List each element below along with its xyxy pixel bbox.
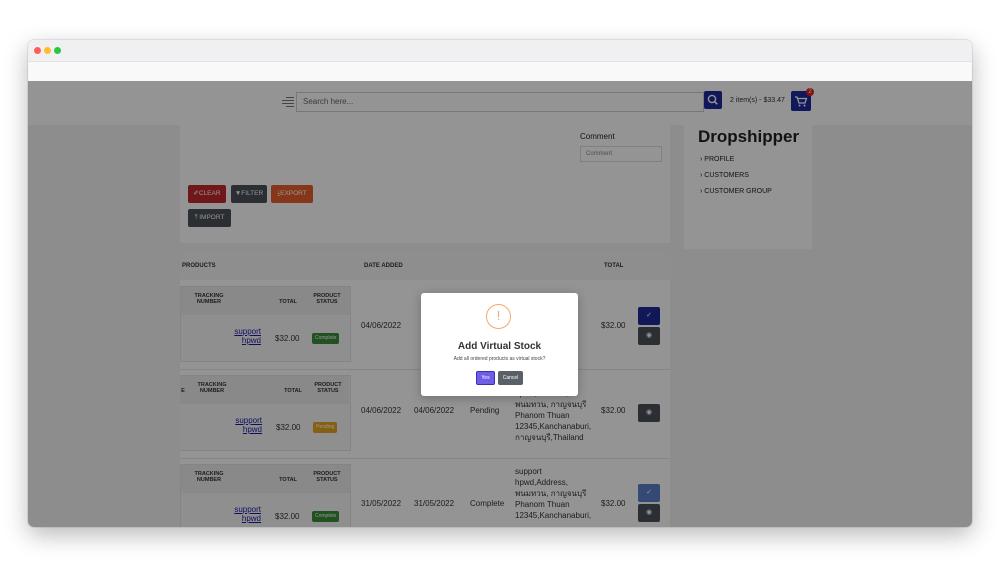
yes-button[interactable]: Yes bbox=[476, 371, 495, 385]
cancel-button[interactable]: Cancel bbox=[498, 371, 523, 385]
dialog-title: Add Virtual Stock bbox=[457, 341, 542, 352]
warning-icon: ! bbox=[486, 304, 511, 329]
minimize-window-button[interactable] bbox=[44, 47, 51, 54]
close-window-button[interactable] bbox=[34, 47, 41, 54]
browser-toolbar bbox=[28, 62, 972, 81]
page-content: Search here... 2 item(s) - $33.47 2 Comm bbox=[28, 81, 972, 527]
window-titlebar bbox=[28, 40, 972, 62]
maximize-window-button[interactable] bbox=[54, 47, 61, 54]
dialog-message: Add all ordered products as virtual stoc… bbox=[453, 356, 546, 362]
browser-window: Search here... 2 item(s) - $33.47 2 Comm bbox=[28, 40, 972, 527]
confirm-dialog: ! Add Virtual Stock Add all ordered prod… bbox=[421, 293, 578, 396]
